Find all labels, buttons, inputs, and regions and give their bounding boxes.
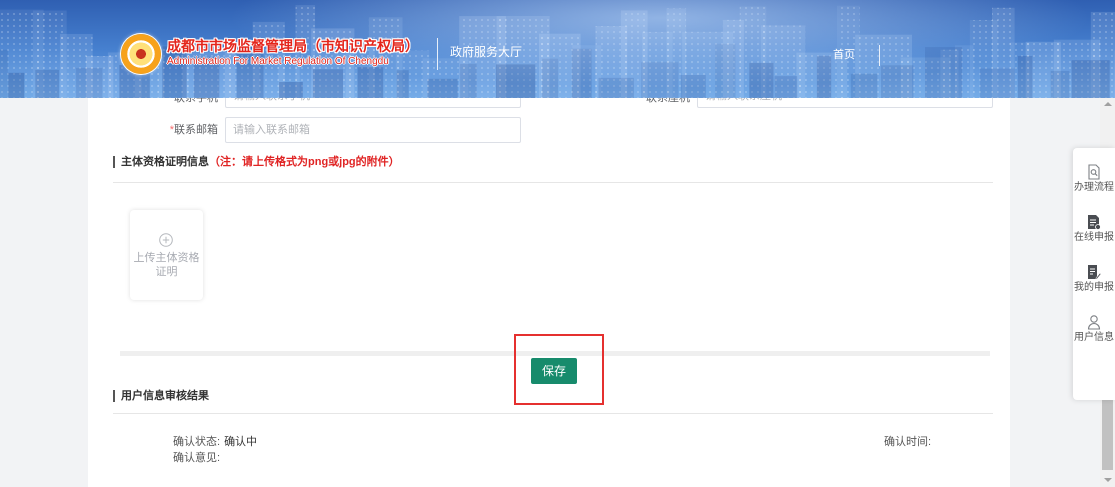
side-nav-label: 我的申报 xyxy=(1074,282,1114,293)
review-section-title: 用户信息审核结果 xyxy=(121,390,209,402)
nav-divider xyxy=(879,45,880,66)
upload-qualification-button[interactable]: 上传主体资格证明 xyxy=(130,210,203,300)
review-opinion-label: 确认意见: xyxy=(173,452,221,464)
upload-label: 上传主体资格证明 xyxy=(133,252,200,278)
qualification-title: 主体资格证明信息 xyxy=(121,156,209,168)
review-time-label: 确认时间: xyxy=(884,436,932,448)
review-status: 确认状态: 确认中 xyxy=(173,435,257,449)
nav-home-link[interactable]: 首页 xyxy=(833,48,855,62)
plus-circle-icon xyxy=(159,233,173,247)
email-label-text: 联系邮箱 xyxy=(174,124,218,136)
section-divider xyxy=(113,413,993,414)
section-marker xyxy=(113,390,115,402)
scroll-down-arrow-icon[interactable] xyxy=(1104,478,1112,482)
side-nav-label: 办理流程 xyxy=(1074,182,1114,193)
emblem-logo-icon[interactable] xyxy=(121,34,161,74)
user-icon xyxy=(1087,315,1101,330)
site-header: 成都市市场监督管理局（市知识产权局） Administration For Ma… xyxy=(0,0,1115,98)
status-label: 确认状态: xyxy=(173,436,221,448)
online-apply-icon xyxy=(1088,215,1101,230)
side-nav-label: 用户信息 xyxy=(1074,332,1114,343)
side-nav-my-application[interactable]: 我的申报 xyxy=(1073,264,1115,304)
side-nav-process[interactable]: 办理流程 xyxy=(1073,164,1115,204)
side-nav: 办理流程 在线申报 我的申报 用户信息 xyxy=(1073,148,1115,400)
section-marker xyxy=(113,156,115,168)
service-hall-label: 政府服务大厅 xyxy=(450,45,523,59)
scroll-up-arrow-icon[interactable] xyxy=(1104,102,1112,106)
side-nav-online-apply[interactable]: 在线申报 xyxy=(1073,214,1115,254)
qualification-note: （注：请上传格式为png或jpg的附件） xyxy=(209,156,400,168)
page: 联系手机 联系座机 *联系邮箱 主体资格证明信息（注：请上传格式为png或jpg… xyxy=(0,0,1115,487)
side-nav-label: 在线申报 xyxy=(1074,232,1114,243)
highlight-frame xyxy=(514,334,604,405)
email-label: *联系邮箱 xyxy=(138,122,218,138)
side-nav-user-info[interactable]: 用户信息 xyxy=(1073,314,1115,354)
header-divider xyxy=(437,38,438,70)
email-input[interactable] xyxy=(225,117,521,143)
my-application-icon xyxy=(1088,265,1101,280)
site-title: 成都市市场监督管理局（市知识产权局） xyxy=(167,38,419,54)
status-value: 确认中 xyxy=(224,436,258,448)
site-subtitle: Administration For Market Regulation Of … xyxy=(167,56,389,67)
qualification-section-title: 主体资格证明信息（注：请上传格式为png或jpg的附件） xyxy=(121,155,400,169)
process-search-icon xyxy=(1088,164,1100,180)
section-divider xyxy=(113,182,993,183)
